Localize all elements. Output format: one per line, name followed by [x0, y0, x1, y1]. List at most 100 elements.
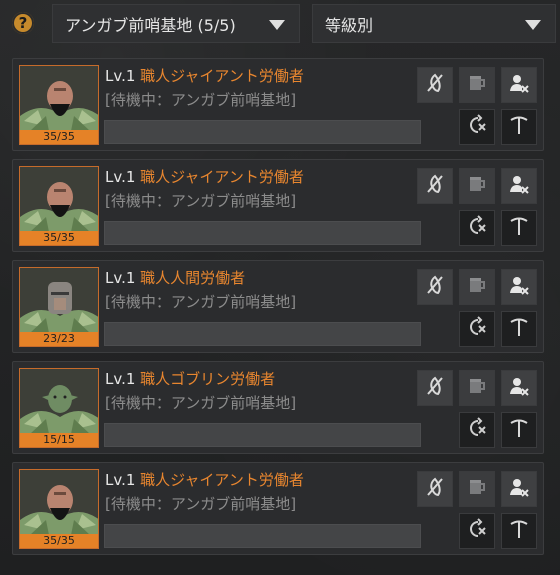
repeat-work-button[interactable]	[459, 412, 495, 448]
stamina-value: 35/35	[20, 231, 98, 245]
pickaxe-icon	[508, 215, 530, 241]
worker-title: Lv.1 職人ゴブリン労働者	[105, 368, 275, 389]
worker-name: 職人人間労働者	[140, 269, 246, 287]
beer-mug-icon	[466, 173, 488, 199]
worker-name: 職人ゴブリン労働者	[140, 370, 276, 388]
stamina-value: 15/15	[20, 433, 98, 447]
worker-card[interactable]: 35/35 Lv.1 職人ジャイアント労働者 [待機中：アンガブ前哨基地]	[12, 159, 544, 252]
work-progress-bar	[104, 221, 421, 245]
work-progress-bar	[104, 423, 421, 447]
no-food-icon	[424, 274, 446, 300]
fire-worker-icon	[508, 173, 530, 199]
fire-worker-icon	[508, 274, 530, 300]
fire-worker-icon	[508, 375, 530, 401]
worker-card[interactable]: 35/35 Lv.1 職人ジャイアント労働者 [待機中：アンガブ前哨基地]	[12, 462, 544, 555]
assign-work-button[interactable]	[501, 412, 537, 448]
worker-portrait[interactable]: 35/35	[19, 65, 99, 145]
no-food-icon	[424, 173, 446, 199]
assign-work-button[interactable]	[501, 513, 537, 549]
help-icon: ?	[18, 14, 28, 32]
beer-mug-icon	[466, 375, 488, 401]
feed-beer-button[interactable]	[459, 370, 495, 406]
feed-beer-button[interactable]	[459, 168, 495, 204]
worker-title: Lv.1 職人ジャイアント労働者	[105, 469, 304, 490]
repeat-work-button[interactable]	[459, 210, 495, 246]
fire-worker-button[interactable]	[501, 471, 537, 507]
pickaxe-icon	[508, 518, 530, 544]
chevron-down-icon	[269, 20, 285, 30]
feed-beer-button[interactable]	[459, 67, 495, 103]
stamina-value: 35/35	[20, 130, 98, 144]
repeat-icon	[466, 114, 488, 140]
repeat-icon	[466, 316, 488, 342]
assign-work-button[interactable]	[501, 109, 537, 145]
repeat-work-button[interactable]	[459, 109, 495, 145]
fire-worker-button[interactable]	[501, 168, 537, 204]
beer-mug-icon	[466, 72, 488, 98]
repeat-icon	[466, 417, 488, 443]
base-select-value: アンガブ前哨基地 (5/5)	[65, 15, 236, 35]
worker-name: 職人ジャイアント労働者	[140, 67, 304, 85]
no-food-icon	[424, 375, 446, 401]
worker-level: Lv.1	[105, 370, 136, 388]
stamina-value: 35/35	[20, 534, 98, 548]
worker-level: Lv.1	[105, 67, 136, 85]
no-food-button[interactable]	[417, 471, 453, 507]
sort-select-dropdown[interactable]: 等級別	[312, 4, 556, 43]
no-food-button[interactable]	[417, 67, 453, 103]
worker-title: Lv.1 職人ジャイアント労働者	[105, 65, 304, 86]
assign-work-button[interactable]	[501, 311, 537, 347]
worker-portrait[interactable]: 35/35	[19, 166, 99, 246]
worker-card[interactable]: 35/35 Lv.1 職人ジャイアント労働者 [待機中：アンガブ前哨基地]	[12, 58, 544, 151]
worker-name: 職人ジャイアント労働者	[140, 168, 304, 186]
beer-mug-icon	[466, 476, 488, 502]
worker-status: [待機中：アンガブ前哨基地]	[105, 192, 297, 210]
chevron-down-icon	[525, 20, 541, 30]
worker-level: Lv.1	[105, 471, 136, 489]
fire-worker-icon	[508, 476, 530, 502]
pickaxe-icon	[508, 417, 530, 443]
worker-list: 35/35 Lv.1 職人ジャイアント労働者 [待機中：アンガブ前哨基地] 35…	[12, 58, 544, 559]
worker-title: Lv.1 職人人間労働者	[105, 267, 245, 288]
top-bar: ? アンガブ前哨基地 (5/5) 等級別	[0, 0, 560, 48]
work-progress-bar	[104, 524, 421, 548]
fire-worker-button[interactable]	[501, 67, 537, 103]
worker-status: [待機中：アンガブ前哨基地]	[105, 91, 297, 109]
fire-worker-icon	[508, 72, 530, 98]
work-progress-bar	[104, 322, 421, 346]
no-food-icon	[424, 476, 446, 502]
work-progress-bar	[104, 120, 421, 144]
worker-status: [待機中：アンガブ前哨基地]	[105, 293, 297, 311]
worker-status: [待機中：アンガブ前哨基地]	[105, 495, 297, 513]
worker-level: Lv.1	[105, 168, 136, 186]
repeat-icon	[466, 215, 488, 241]
help-button[interactable]: ?	[12, 12, 34, 34]
repeat-work-button[interactable]	[459, 311, 495, 347]
pickaxe-icon	[508, 316, 530, 342]
worker-portrait[interactable]: 23/23	[19, 267, 99, 347]
worker-card[interactable]: 15/15 Lv.1 職人ゴブリン労働者 [待機中：アンガブ前哨基地]	[12, 361, 544, 454]
stamina-value: 23/23	[20, 332, 98, 346]
beer-mug-icon	[466, 274, 488, 300]
pickaxe-icon	[508, 114, 530, 140]
fire-worker-button[interactable]	[501, 370, 537, 406]
fire-worker-button[interactable]	[501, 269, 537, 305]
no-food-button[interactable]	[417, 168, 453, 204]
worker-level: Lv.1	[105, 269, 136, 287]
worker-status: [待機中：アンガブ前哨基地]	[105, 394, 297, 412]
assign-work-button[interactable]	[501, 210, 537, 246]
worker-portrait[interactable]: 15/15	[19, 368, 99, 448]
base-select-dropdown[interactable]: アンガブ前哨基地 (5/5)	[52, 4, 300, 43]
worker-card[interactable]: 23/23 Lv.1 職人人間労働者 [待機中：アンガブ前哨基地]	[12, 260, 544, 353]
worker-name: 職人ジャイアント労働者	[140, 471, 304, 489]
worker-title: Lv.1 職人ジャイアント労働者	[105, 166, 304, 187]
no-food-button[interactable]	[417, 370, 453, 406]
no-food-button[interactable]	[417, 269, 453, 305]
repeat-work-button[interactable]	[459, 513, 495, 549]
feed-beer-button[interactable]	[459, 269, 495, 305]
feed-beer-button[interactable]	[459, 471, 495, 507]
no-food-icon	[424, 72, 446, 98]
worker-portrait[interactable]: 35/35	[19, 469, 99, 549]
sort-select-value: 等級別	[325, 15, 374, 35]
repeat-icon	[466, 518, 488, 544]
